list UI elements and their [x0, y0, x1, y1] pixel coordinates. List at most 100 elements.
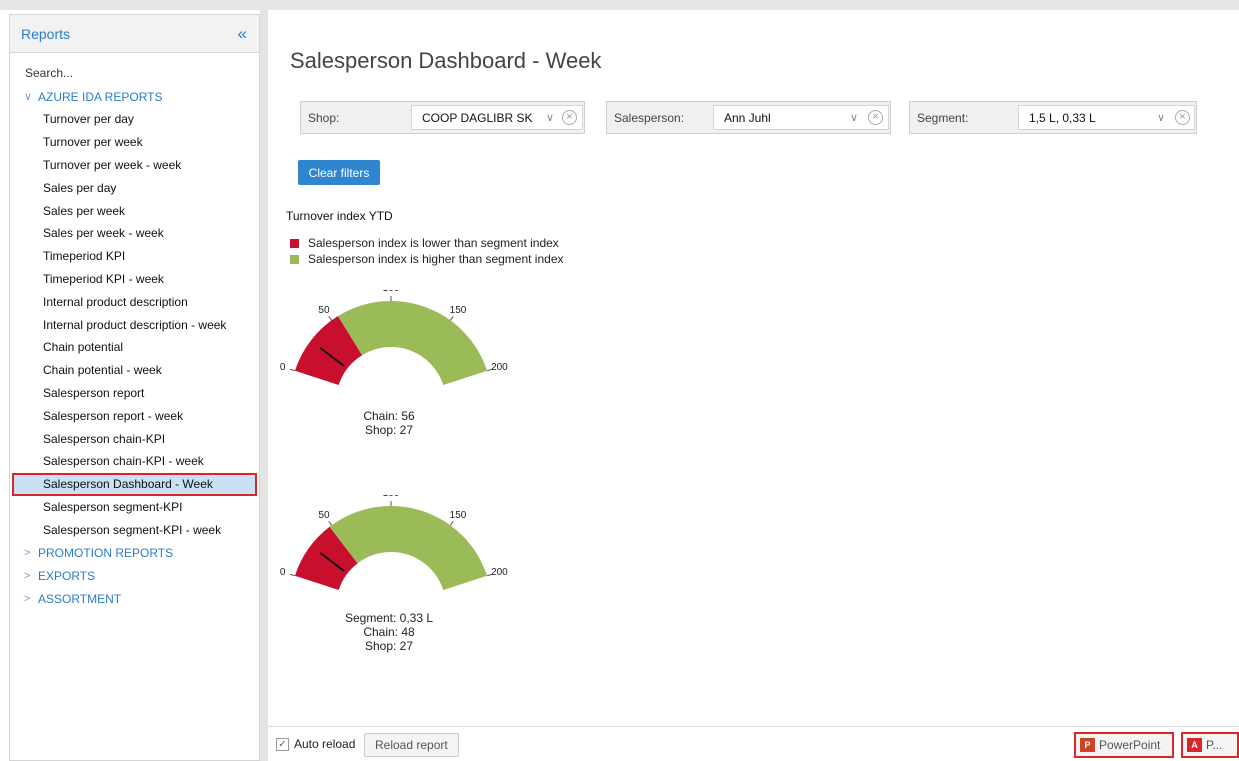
sidebar-report-item[interactable]: Sales per week - week: [10, 222, 259, 245]
pdf-icon: A: [1187, 738, 1202, 752]
reports-sidebar: Reports « Search... ∨ AZURE IDA REPORTS Tu…: [9, 14, 260, 761]
section-label: Turnover index YTD: [286, 209, 393, 223]
chevron-down-icon[interactable]: ∨: [1157, 111, 1165, 124]
page-title: Salesperson Dashboard - Week: [290, 48, 602, 73]
sidebar-report-item[interactable]: Internal product description: [10, 290, 259, 313]
legend-label: Salesperson index is higher than segment…: [308, 252, 564, 266]
segment-filter-label: Segment:: [917, 110, 969, 125]
gauge-tick-label: 0: [280, 362, 286, 373]
gauge-chart-2: 0 50 100 150 200: [280, 495, 508, 591]
shop-filter-label: Shop:: [308, 110, 340, 125]
salesperson-filter: Salesperson: Ann Juhl ∨ ×: [606, 101, 891, 134]
tree-folder[interactable]: > ASSORTMENT: [10, 587, 259, 610]
legend-item-higher: Salesperson index is higher than segment…: [290, 252, 564, 266]
sidebar-report-item[interactable]: Salesperson segment-KPI: [10, 496, 259, 519]
chevron-right-icon[interactable]: >: [24, 570, 38, 582]
salesperson-select-value: Ann Juhl: [724, 110, 771, 125]
reload-report-button[interactable]: Reload report: [364, 733, 459, 757]
salesperson-select[interactable]: Ann Juhl ∨ ×: [713, 105, 889, 130]
gauge-tick: [290, 368, 296, 372]
auto-reload-toggle[interactable]: ✓ Auto reload: [276, 737, 355, 751]
shop-filter: Shop: COOP DAGLIBR SK ∨ ×: [300, 101, 585, 134]
gauge-tick-label: 50: [318, 305, 330, 316]
gauge-caption-line: Shop: 27: [364, 423, 414, 437]
sidebar-report-item[interactable]: Salesperson segment-KPI - week: [10, 518, 259, 541]
shop-select-value: COOP DAGLIBR SK: [422, 110, 533, 125]
export-powerpoint-label: PowerPoint: [1099, 738, 1161, 752]
powerpoint-icon: P: [1080, 738, 1095, 752]
clear-icon[interactable]: ×: [868, 110, 883, 125]
checkbox-icon[interactable]: ✓: [276, 737, 289, 751]
top-strip: [0, 0, 1239, 10]
chevron-right-icon[interactable]: >: [24, 547, 38, 559]
sidebar-report-item[interactable]: Turnover per week: [10, 131, 259, 154]
gauge-1-caption: Chain: 56 Shop: 27: [319, 409, 459, 437]
chevron-down-icon[interactable]: ∨: [24, 90, 38, 103]
gauge-2-caption: Segment: 0,33 L Chain: 48 Shop: 27: [319, 611, 459, 653]
legend-swatch-green: [290, 254, 299, 264]
sidebar-report-item[interactable]: Turnover per day: [10, 108, 259, 131]
gauge-tick: [449, 315, 454, 321]
sidebar-report-item[interactable]: Salesperson Dashboard - Week: [12, 472, 257, 496]
chevron-down-icon[interactable]: ∨: [850, 111, 858, 124]
gauge-tick: [328, 520, 333, 526]
clear-filters-button[interactable]: Clear filters: [298, 160, 380, 185]
tree-folder[interactable]: ∨ AZURE IDA REPORTS: [10, 85, 259, 108]
double-chevron-left-icon[interactable]: «: [238, 24, 247, 44]
clear-icon[interactable]: ×: [562, 110, 577, 125]
sidebar-report-item[interactable]: Salesperson report: [10, 382, 259, 405]
chevron-right-icon[interactable]: >: [24, 593, 38, 605]
sidebar-search-input[interactable]: Search...: [10, 61, 259, 85]
sidebar-report-item[interactable]: Salesperson chain-KPI: [10, 427, 259, 450]
sidebar-report-item[interactable]: Salesperson chain-KPI - week: [10, 450, 259, 473]
main-content: Salesperson Dashboard - Week Shop: COOP …: [268, 10, 1239, 761]
gauge-tick-label: 200: [491, 362, 508, 373]
gauge-caption-line: Segment: 0,33 L: [344, 611, 434, 625]
sidebar-report-item[interactable]: Chain potential: [10, 336, 259, 359]
sidebar-report-item[interactable]: Sales per week: [10, 199, 259, 222]
gauge-tick-label: 100: [383, 495, 400, 499]
sidebar-report-item[interactable]: Turnover per week - week: [10, 154, 259, 177]
sidebar-report-item[interactable]: Chain potential - week: [10, 359, 259, 382]
sidebar-report-item[interactable]: Sales per day: [10, 176, 259, 199]
gauge-tick-label: 200: [491, 567, 508, 578]
gauge-tick-label: 150: [450, 305, 467, 316]
sidebar-report-item[interactable]: Internal product description - week: [10, 313, 259, 336]
gauge-tick-label: 100: [383, 290, 400, 294]
report-tree: ∨ AZURE IDA REPORTS Turnover per day Turnov…: [10, 85, 259, 610]
tree-folder[interactable]: > PROMOTION REPORTS: [10, 541, 259, 564]
gauge-tick: [328, 315, 333, 321]
sidebar-header: Reports «: [10, 15, 259, 53]
gauge-caption-line: Chain: 56: [363, 409, 415, 423]
segment-select[interactable]: 1,5 L, 0,33 L ∨ ×: [1018, 105, 1195, 130]
legend-label: Salesperson index is lower than segment …: [308, 236, 559, 250]
gauge-tick-label: 0: [280, 567, 286, 578]
chevron-down-icon[interactable]: ∨: [546, 111, 554, 124]
shop-select[interactable]: COOP DAGLIBR SK ∨ ×: [411, 105, 583, 130]
legend-item-lower: Salesperson index is lower than segment …: [290, 236, 559, 250]
segment-filter: Segment: 1,5 L, 0,33 L ∨ ×: [909, 101, 1197, 134]
gauge-tick: [449, 520, 454, 526]
tree-folder-label: EXPORTS: [38, 568, 96, 583]
sidebar-report-item[interactable]: Timeperiod KPI: [10, 245, 259, 268]
gauge-tick: [290, 573, 296, 577]
sidebar-report-item[interactable]: Timeperiod KPI - week: [10, 268, 259, 291]
export-pdf-button[interactable]: A P...: [1181, 732, 1239, 758]
tree-folder-label: AZURE IDA REPORTS: [38, 89, 163, 104]
search-placeholder: Search...: [25, 66, 74, 80]
gauge-tick-label: 50: [318, 510, 330, 521]
export-pdf-label: P...: [1206, 738, 1223, 752]
gauge-tick-label: 150: [450, 510, 467, 521]
tree-folder[interactable]: > EXPORTS: [10, 564, 259, 587]
export-powerpoint-button[interactable]: P PowerPoint: [1074, 732, 1174, 758]
salesperson-filter-label: Salesperson:: [614, 110, 685, 125]
gauge-caption-line: Shop: 27: [364, 639, 414, 653]
tree-folder-label: ASSORTMENT: [38, 591, 122, 606]
legend-swatch-red: [290, 238, 299, 248]
sidebar-resize-handle[interactable]: [260, 10, 268, 761]
clear-icon[interactable]: ×: [1175, 110, 1190, 125]
sidebar-report-item[interactable]: Salesperson report - week: [10, 404, 259, 427]
report-footer: ✓ Auto reload Reload report P PowerPoint…: [268, 726, 1239, 761]
auto-reload-label: Auto reload: [294, 737, 356, 751]
tree-folder-label: PROMOTION REPORTS: [38, 545, 174, 560]
